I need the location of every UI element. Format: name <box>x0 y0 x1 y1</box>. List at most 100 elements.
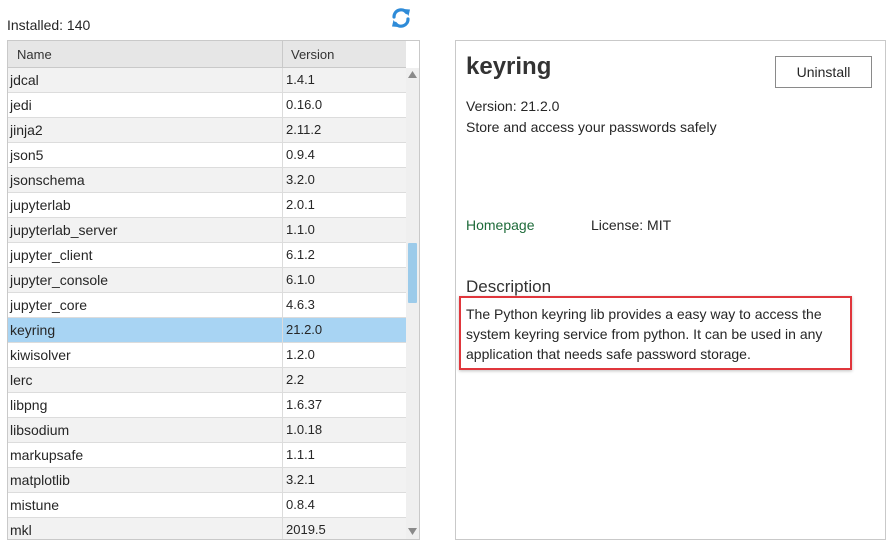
homepage-link[interactable]: Homepage <box>466 217 535 233</box>
cell-divider <box>282 443 283 467</box>
row-version: 6.1.2 <box>286 247 315 262</box>
table-row[interactable]: mkl 2019.5 <box>8 518 406 539</box>
cell-divider <box>282 218 283 242</box>
package-description: The Python keyring lib provides a easy w… <box>466 306 823 362</box>
scroll-up-button[interactable] <box>406 68 419 82</box>
row-name: json5 <box>10 147 44 163</box>
cell-divider <box>282 243 283 267</box>
cell-divider <box>282 68 283 92</box>
row-version: 1.0.18 <box>286 422 323 437</box>
row-name: jupyterlab <box>10 197 71 213</box>
refresh-button[interactable] <box>389 6 413 30</box>
table-row[interactable]: jdcal 1.4.1 <box>8 68 406 93</box>
uninstall-button[interactable]: Uninstall <box>775 56 872 88</box>
cell-divider <box>282 468 283 492</box>
row-version: 3.2.0 <box>286 172 315 187</box>
cell-divider <box>282 118 283 142</box>
table-row[interactable]: jinja2 2.11.2 <box>8 118 406 143</box>
scroll-thumb[interactable] <box>408 243 417 303</box>
row-name: libpng <box>10 397 48 413</box>
column-divider[interactable] <box>282 41 283 68</box>
row-version: 1.4.1 <box>286 72 315 87</box>
table-row[interactable]: mistune 0.8.4 <box>8 493 406 518</box>
column-header-name[interactable]: Name <box>17 47 52 62</box>
table-row[interactable]: libpng 1.6.37 <box>8 393 406 418</box>
table-row[interactable]: kiwisolver 1.2.0 <box>8 343 406 368</box>
row-version: 0.8.4 <box>286 497 315 512</box>
cell-divider <box>282 93 283 117</box>
table-row[interactable]: markupsafe 1.1.1 <box>8 443 406 468</box>
row-name: jsonschema <box>10 172 85 188</box>
row-name: jinja2 <box>10 122 43 138</box>
row-name: matplotlib <box>10 472 70 488</box>
row-version: 2019.5 <box>286 522 326 537</box>
package-version: Version: 21.2.0 <box>466 98 560 114</box>
row-name: mkl <box>10 522 32 538</box>
list-header: Name Version <box>8 41 406 68</box>
table-row[interactable]: keyring 21.2.0 <box>8 318 406 343</box>
row-version: 1.2.0 <box>286 347 315 362</box>
row-version: 3.2.1 <box>286 472 315 487</box>
row-version: 6.1.0 <box>286 272 315 287</box>
row-name: kiwisolver <box>10 347 71 363</box>
table-row[interactable]: jsonschema 3.2.0 <box>8 168 406 193</box>
triangle-up-icon <box>408 71 417 78</box>
table-row[interactable]: libsodium 1.0.18 <box>8 418 406 443</box>
list-body: jdcal 1.4.1 jedi 0.16.0 jinja2 2.11.2 json5 0.9… <box>8 68 406 539</box>
cell-divider <box>282 268 283 292</box>
table-row[interactable]: jupyter_client 6.1.2 <box>8 243 406 268</box>
row-version: 21.2.0 <box>286 322 323 337</box>
description-heading: Description <box>466 277 552 296</box>
row-version: 0.16.0 <box>286 97 323 112</box>
row-name: lerc <box>10 372 33 388</box>
package-detail-panel: keyring Uninstall Version: 21.2.0 Store … <box>455 40 886 540</box>
row-version: 0.9.4 <box>286 147 315 162</box>
scroll-down-button[interactable] <box>406 525 419 539</box>
table-row[interactable]: jupyter_core 4.6.3 <box>8 293 406 318</box>
table-row[interactable]: json5 0.9.4 <box>8 143 406 168</box>
table-row[interactable]: jupyterlab 2.0.1 <box>8 193 406 218</box>
cell-divider <box>282 343 283 367</box>
cell-divider <box>282 493 283 517</box>
installed-count-label: Installed: 140 <box>7 17 91 33</box>
table-row[interactable]: jedi 0.16.0 <box>8 93 406 118</box>
table-row[interactable]: lerc 2.2 <box>8 368 406 393</box>
table-row[interactable]: matplotlib 3.2.1 <box>8 468 406 493</box>
row-name: libsodium <box>10 422 70 438</box>
package-summary: Store and access your passwords safely <box>466 119 717 135</box>
cell-divider <box>282 418 283 442</box>
cell-divider <box>282 143 283 167</box>
row-name: markupsafe <box>10 447 84 463</box>
scroll-track[interactable] <box>408 84 417 523</box>
table-row[interactable]: jupyter_console 6.1.0 <box>8 268 406 293</box>
column-header-version[interactable]: Version <box>291 47 334 62</box>
triangle-down-icon <box>408 528 417 535</box>
list-scrollbar[interactable] <box>406 68 419 539</box>
row-name: jupyter_console <box>10 272 109 288</box>
refresh-icon <box>392 8 410 28</box>
row-version: 1.1.0 <box>286 222 315 237</box>
package-manager: Installed: 140 Name Version jdcal 1.4.1 je… <box>0 0 892 552</box>
row-version: 2.11.2 <box>286 122 322 137</box>
row-name: keyring <box>10 322 56 338</box>
row-name: jupyterlab_server <box>10 222 118 238</box>
cell-divider <box>282 168 283 192</box>
row-name: mistune <box>10 497 60 513</box>
row-name: jdcal <box>10 72 39 88</box>
package-license: License: MIT <box>591 217 672 233</box>
package-list: Name Version jdcal 1.4.1 jedi 0.16.0 jinja2 2… <box>7 40 420 540</box>
row-name: jupyter_core <box>10 297 88 313</box>
row-name: jupyter_client <box>10 247 93 263</box>
cell-divider <box>282 518 283 539</box>
row-version: 1.6.37 <box>286 397 323 412</box>
cell-divider <box>282 393 283 417</box>
cell-divider <box>282 293 283 317</box>
row-version: 2.2 <box>286 372 305 387</box>
row-name: jedi <box>10 97 32 113</box>
table-row[interactable]: jupyterlab_server 1.1.0 <box>8 218 406 243</box>
row-version: 4.6.3 <box>286 297 315 312</box>
cell-divider <box>282 193 283 217</box>
package-title: keyring <box>466 53 552 80</box>
cell-divider <box>282 368 283 392</box>
row-version: 2.0.1 <box>286 197 315 212</box>
